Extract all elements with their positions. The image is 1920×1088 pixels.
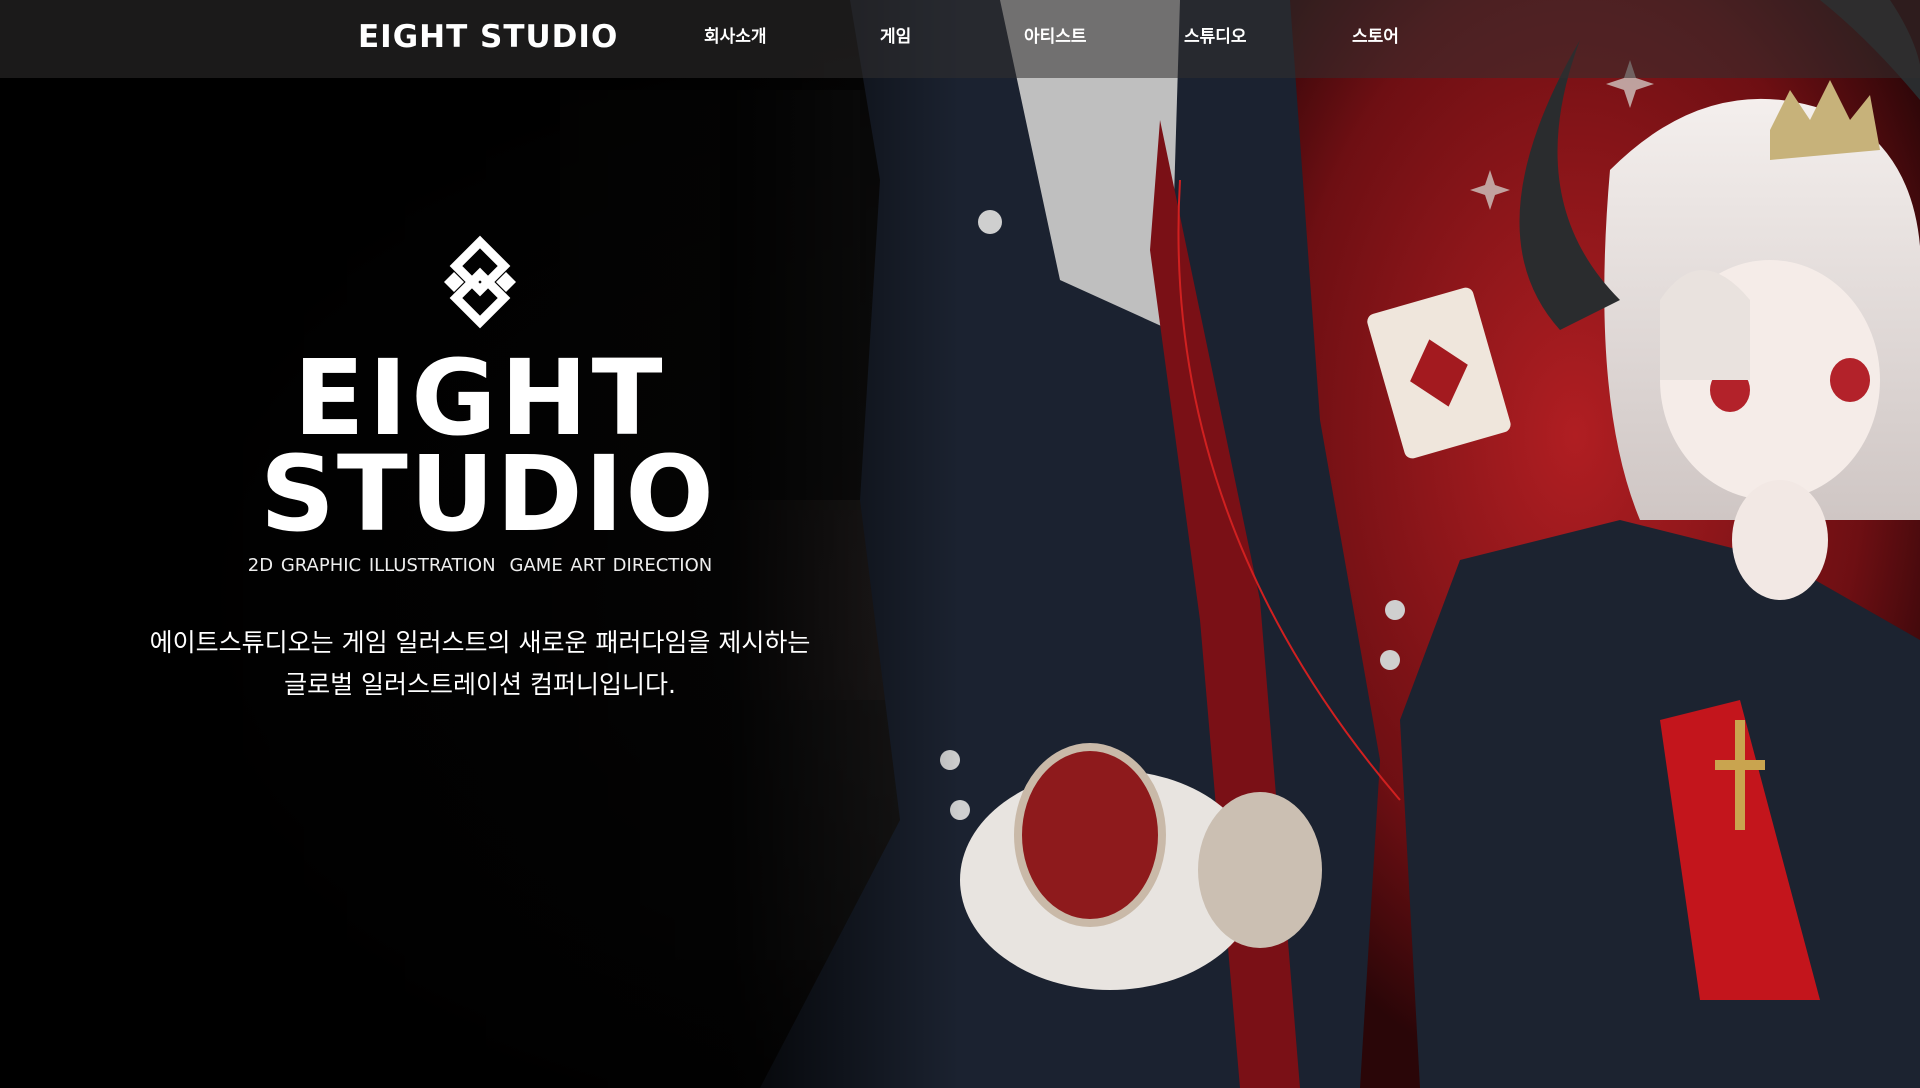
main-page: EIGHT STUDIO 회사소개 게임 아티스트 스튜디오 스토어 EIGHT… xyxy=(0,0,1920,1088)
nav-item-store[interactable]: 스토어 xyxy=(1352,25,1399,49)
nav-item-artists[interactable]: 아티스트 xyxy=(1024,25,1087,49)
nav-item-games[interactable]: 게임 xyxy=(880,25,911,49)
tagline-art-direction: GAME ART DIRECTION xyxy=(509,555,713,576)
hero-description: 에이트스튜디오는 게임 일러스트의 새로운 패러다임을 제시하는 글로벌 일러스… xyxy=(100,622,860,706)
nav-item-company[interactable]: 회사소개 xyxy=(704,25,767,49)
wordmark-line-studio: STUDIO xyxy=(260,433,716,555)
wordmark-line-eight: EIGHT xyxy=(293,337,667,459)
description-line-2: 글로벌 일러스트레이션 컴퍼니입니다. xyxy=(284,670,676,699)
brand-tagline: 2D GRAPHIC ILLUSTRATION GAME ART DIRECTIO… xyxy=(240,554,720,578)
header-logo[interactable]: EIGHT STUDIO xyxy=(358,14,618,60)
top-navigation-bar: EIGHT STUDIO 회사소개 게임 아티스트 스튜디오 스토어 xyxy=(0,0,1920,78)
nav-item-studio[interactable]: 스튜디오 xyxy=(1184,25,1247,49)
eight-studio-emblem-icon xyxy=(444,235,516,329)
description-line-1: 에이트스튜디오는 게임 일러스트의 새로운 패러다임을 제시하는 xyxy=(149,628,811,657)
tagline-illustration: 2D GRAPHIC ILLUSTRATION xyxy=(247,555,496,576)
brand-wordmark: EIGHT STUDIO xyxy=(260,337,716,555)
